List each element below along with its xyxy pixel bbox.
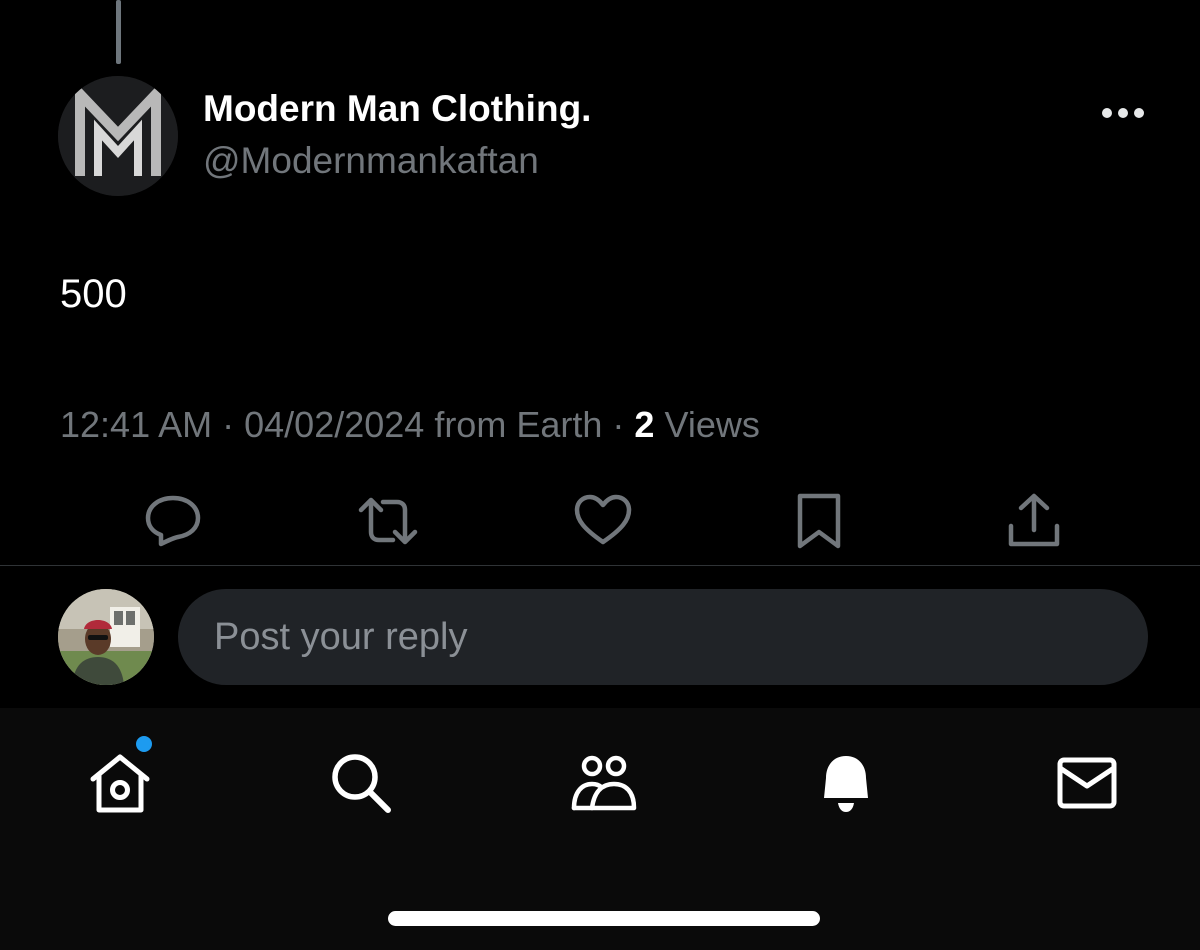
thread-connector-line	[116, 0, 121, 64]
like-button[interactable]	[570, 488, 636, 554]
author-avatar[interactable]	[58, 76, 178, 196]
comment-icon	[145, 495, 201, 547]
home-icon	[90, 754, 150, 813]
post-time[interactable]: 12:41 AM	[60, 404, 212, 445]
home-notification-dot	[136, 736, 152, 752]
repost-icon	[358, 497, 418, 545]
share-icon	[1008, 493, 1060, 547]
modern-man-logo-icon	[58, 76, 178, 196]
meta-separator: ·	[222, 404, 235, 445]
tab-notifications[interactable]	[811, 748, 881, 818]
repost-button[interactable]	[355, 488, 421, 554]
author-handle[interactable]: @Modernmankaftan	[203, 140, 539, 182]
tab-search[interactable]	[326, 748, 396, 818]
people-icon	[571, 755, 637, 811]
heart-icon	[574, 494, 632, 545]
bottom-tab-bar	[0, 708, 1200, 950]
user-avatar[interactable]	[58, 589, 154, 685]
more-dots-icon	[1102, 108, 1144, 118]
mail-icon	[1057, 757, 1117, 809]
divider	[0, 565, 1200, 566]
bookmark-icon	[797, 493, 841, 549]
more-options-button[interactable]	[1096, 96, 1150, 130]
tab-messages[interactable]	[1052, 748, 1122, 818]
post-date-source: 04/02/2024 from Earth	[244, 404, 603, 445]
views-label: Views	[664, 404, 760, 445]
search-icon	[332, 754, 391, 813]
tab-home[interactable]	[85, 748, 155, 818]
bookmark-button[interactable]	[786, 488, 852, 554]
views-count: 2	[634, 404, 655, 445]
bell-icon	[824, 756, 868, 812]
post-action-bar	[0, 488, 1200, 554]
post-text: 500	[60, 272, 127, 316]
tab-communities[interactable]	[568, 748, 638, 818]
reply-input[interactable]	[178, 589, 1148, 685]
meta-separator: ·	[612, 404, 625, 445]
share-button[interactable]	[1001, 488, 1067, 554]
post-metadata: 12:41 AM · 04/02/2024 from Earth · 2 Vie…	[60, 404, 760, 446]
author-name[interactable]: Modern Man Clothing.	[203, 88, 591, 130]
home-indicator	[388, 911, 820, 926]
user-photo-icon	[58, 589, 154, 685]
reply-button[interactable]	[140, 488, 206, 554]
